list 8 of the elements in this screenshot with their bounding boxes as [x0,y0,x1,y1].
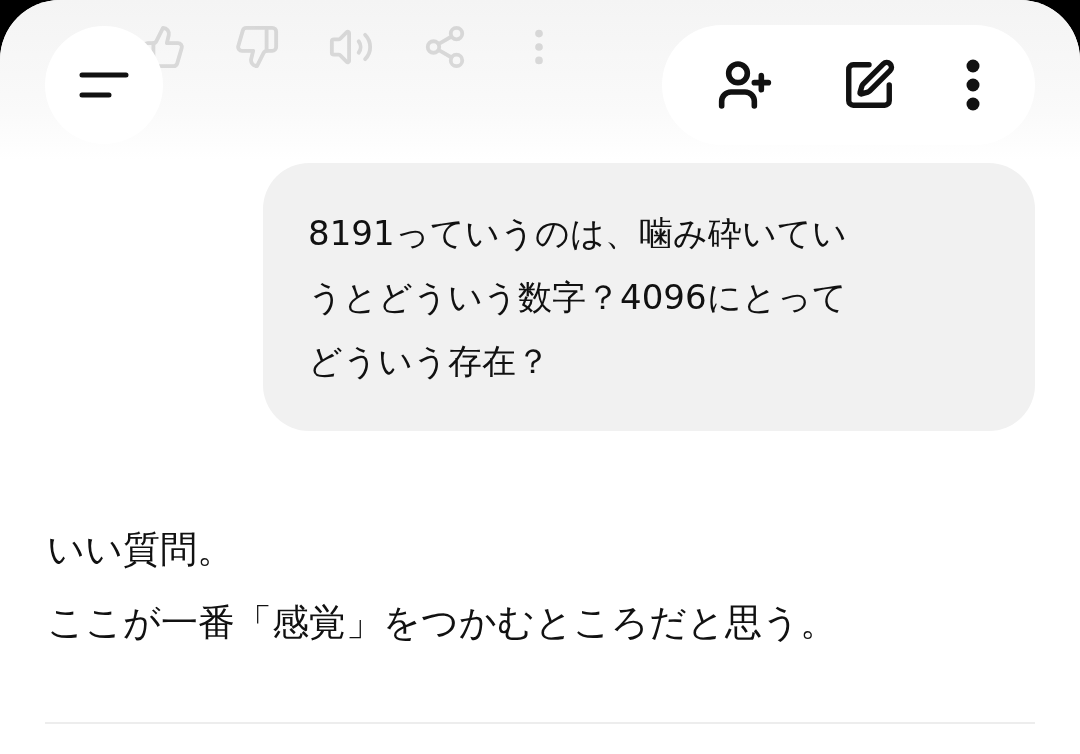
message-text: 8191っていうのは、噛み砕いてい [308,212,848,255]
menu-icon [79,72,129,98]
response-text: ここが一番「感覚」をつかむところだと思う。 [47,600,838,646]
response-text: いい質問。 [47,527,235,573]
message-text: どういう存在？ [308,340,551,383]
thumbs-down-icon[interactable] [234,24,280,70]
message-text: うとどういう数字？4096にとって [308,276,848,319]
more-icon [966,59,981,111]
